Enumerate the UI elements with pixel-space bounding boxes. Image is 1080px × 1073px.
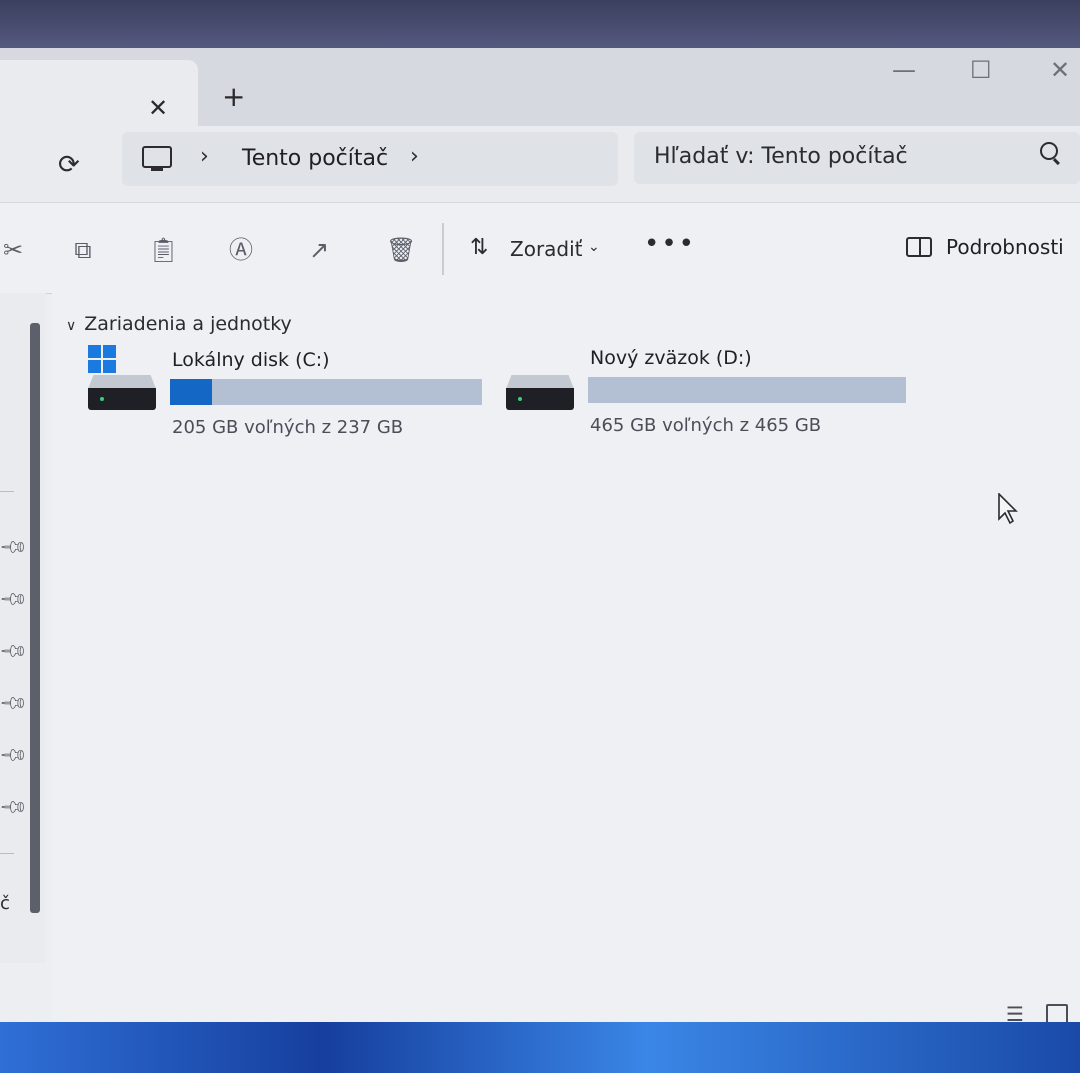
chevron-down-icon: ∨	[66, 318, 77, 334]
delete-icon[interactable]: 🗑︎	[386, 237, 416, 263]
windows-logo-icon	[88, 345, 116, 373]
pin-icon[interactable]: 📌︎	[0, 792, 29, 823]
sidebar-divider	[0, 491, 14, 492]
file-explorer-window: ✕ + — ☐ ✕ ⟳ › Tento počítač › Hľadať v: …	[0, 48, 1080, 1026]
copy-icon[interactable]: ⧉	[70, 237, 96, 263]
section-title: Zariadenia a jednotky	[84, 313, 292, 335]
chevron-right-icon[interactable]: ›	[410, 144, 419, 169]
desktop-background-bottom	[0, 1022, 1080, 1073]
hard-drive-icon	[506, 375, 574, 411]
sidebar-divider	[0, 853, 14, 854]
pin-icon[interactable]: 📌︎	[0, 636, 29, 667]
details-pane-icon	[906, 237, 932, 257]
tiles-view-icon[interactable]	[1046, 1004, 1068, 1024]
sidebar-item-this-pc[interactable]: č	[0, 893, 10, 914]
drive-usage-fill	[170, 379, 213, 405]
share-icon[interactable]: ↗	[306, 237, 332, 263]
details-label: Podrobnosti	[946, 235, 1064, 259]
new-tab-button[interactable]: +	[222, 80, 245, 113]
sidebar-scrollbar[interactable]	[30, 323, 40, 913]
search-icon[interactable]	[1040, 142, 1058, 160]
content-area: ∨ Zariadenia a jednotky Lokálny disk (C:)…	[52, 293, 1080, 1023]
chevron-down-icon: ⌄	[588, 239, 600, 255]
drive-usage-bar	[170, 379, 482, 405]
toolbar-separator	[442, 223, 444, 275]
pin-icon[interactable]: 📌︎	[0, 532, 29, 563]
drive-free-space: 205 GB voľných z 237 GB	[172, 417, 404, 438]
close-window-button[interactable]: ✕	[1050, 56, 1070, 84]
cut-icon[interactable]: ✂	[0, 237, 26, 263]
pin-icon[interactable]: 📌︎	[0, 740, 29, 771]
chevron-right-icon[interactable]: ›	[200, 144, 209, 169]
rename-icon[interactable]: Ⓐ	[228, 237, 254, 263]
tab-this-pc[interactable]: ✕	[0, 60, 198, 126]
command-bar: ✂ ⧉ 📋︎ Ⓐ ↗ 🗑︎ ⇅ Zoradiť ⌄ ••• Podrobnost…	[0, 202, 1080, 294]
drive-name: Nový zväzok (D:)	[590, 347, 752, 369]
hard-drive-icon	[88, 345, 156, 411]
paste-icon[interactable]: 📋︎	[148, 237, 178, 263]
maximize-button[interactable]: ☐	[970, 56, 992, 84]
more-options-button[interactable]: •••	[644, 229, 696, 259]
drive-usage-bar	[588, 377, 906, 403]
address-bar-row: ⟳ › Tento počítač › Hľadať v: Tento počí…	[0, 126, 1080, 202]
sort-icon: ⇅	[470, 235, 489, 260]
navigation-pane: 📌︎ 📌︎ 📌︎ 📌︎ 📌︎ 📌︎ č	[0, 293, 46, 963]
search-input[interactable]: Hľadať v: Tento počítač	[654, 144, 908, 169]
breadcrumb-this-pc[interactable]: Tento počítač	[242, 146, 388, 171]
search-box[interactable]: Hľadať v: Tento počítač	[634, 132, 1080, 184]
drive-name: Lokálny disk (C:)	[172, 349, 330, 371]
refresh-icon[interactable]: ⟳	[58, 150, 80, 180]
tab-bar: ✕ + — ☐ ✕	[0, 48, 1080, 126]
tab-close-icon[interactable]: ✕	[148, 94, 168, 122]
minimize-button[interactable]: —	[892, 56, 916, 84]
computer-icon	[142, 146, 172, 171]
pin-icon[interactable]: 📌︎	[0, 584, 29, 615]
sort-label: Zoradiť	[510, 237, 583, 261]
section-devices-drives[interactable]: ∨ Zariadenia a jednotky	[66, 313, 292, 335]
breadcrumb[interactable]: › Tento počítač ›	[122, 132, 618, 186]
drive-free-space: 465 GB voľných z 465 GB	[590, 415, 822, 436]
pin-icon[interactable]: 📌︎	[0, 688, 29, 719]
